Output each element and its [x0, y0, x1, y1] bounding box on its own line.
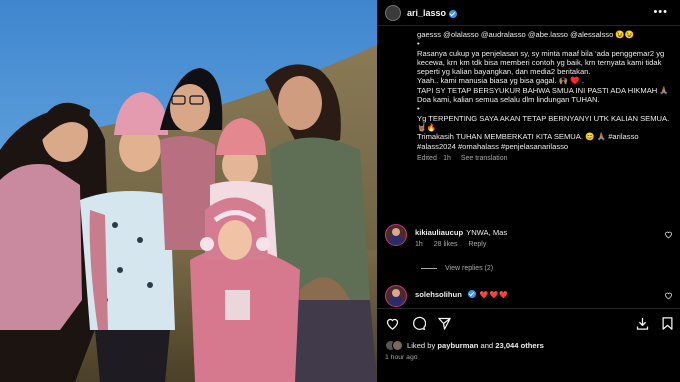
author-avatar[interactable]: [385, 4, 401, 21]
comment-item: solehsolihun ❤️❤️❤️: [385, 285, 675, 307]
post-side-panel: ari_lasso ••• gaesss @olalasso @audralas…: [377, 0, 680, 382]
comment-text: solehsolihun ❤️❤️❤️: [415, 289, 509, 299]
verified-badge-icon: [449, 9, 458, 18]
comment-text: kikiauliaucup YNWA, Mas: [415, 228, 507, 237]
comment-like-heart-icon[interactable]: [664, 230, 673, 239]
verified-badge-icon: [467, 290, 476, 298]
comment-icon[interactable]: [411, 316, 426, 331]
likes-count[interactable]: 23,044 others: [495, 341, 544, 350]
caption-line: Doa kami, kalian semua selalu dlm lindun…: [417, 95, 600, 105]
caption-line: TAPI SY TETAP BERSYUKUR BAHWA SMUA INI P…: [417, 85, 669, 95]
comment-item: kikiauliaucup YNWA, Mas 1h 28 likes Reply: [385, 224, 675, 258]
author-username[interactable]: ari_lasso: [407, 8, 446, 18]
caption-line: gaesss @olalasso @audralasso @abe.lasso …: [417, 30, 635, 39]
comment-time: 1h: [415, 241, 423, 248]
view-replies-line: [421, 268, 437, 269]
view-replies-label: View replies (2): [445, 265, 494, 272]
caption-line: Rasanya cukup ya penjelasan sy, sy minta…: [417, 48, 665, 77]
comment-likes[interactable]: 28 likes: [434, 241, 458, 248]
caption-line: •: [417, 39, 420, 49]
view-replies-button[interactable]: View replies (2): [421, 265, 493, 272]
bookmark-icon[interactable]: [660, 316, 675, 331]
caption-line: Yaah.. kami manusia biasa yg bisa gagal.…: [417, 76, 584, 86]
reply-button[interactable]: Reply: [468, 241, 486, 248]
post-photo[interactable]: [0, 0, 377, 382]
liker-avatar: [392, 340, 403, 351]
heart-icon[interactable]: [385, 316, 400, 331]
comment-body: ❤️❤️❤️: [479, 292, 509, 299]
caption-line: Yg TERPENTING SAYA AKAN TETAP BERNYANYI …: [417, 113, 670, 132]
caption-line: Trimakasih TUHAN MEMBERKATI KITA SEMUA. …: [417, 132, 639, 151]
likes-prefix: Liked by: [407, 341, 436, 350]
liker-username[interactable]: payburman: [437, 341, 478, 350]
divider: [377, 308, 680, 309]
action-bar: [385, 316, 675, 332]
likes-summary[interactable]: Liked by payburman and 23,044 others: [385, 340, 544, 351]
see-translation-link[interactable]: See translation: [461, 155, 508, 162]
send-icon[interactable]: [437, 316, 452, 331]
comment-like-heart-icon[interactable]: [664, 291, 673, 300]
commenter-avatar[interactable]: [385, 224, 407, 246]
family-photo-illustration: [0, 0, 377, 382]
caption-meta: Edited · 1h See translation: [417, 154, 673, 163]
edited-label: Edited · 1h: [417, 154, 451, 162]
comment-meta: 1h 28 likes Reply: [415, 241, 495, 248]
comment-body: YNWA, Mas: [466, 228, 508, 237]
likes-middle: and: [480, 341, 494, 350]
post-header: ari_lasso •••: [377, 0, 680, 26]
commenter-avatar[interactable]: [385, 285, 407, 307]
more-horizontal-icon[interactable]: •••: [653, 6, 668, 18]
post-caption: gaesss @olalasso @audralasso @abe.lasso …: [417, 30, 673, 163]
caption-line: •: [417, 104, 420, 114]
download-icon[interactable]: [635, 316, 650, 331]
comment-username[interactable]: solehsolihun: [415, 290, 462, 299]
post-timestamp: 1 hour ago: [385, 354, 418, 361]
comment-username[interactable]: kikiauliaucup: [415, 228, 463, 237]
likes-text: Liked by payburman and 23,044 others: [407, 341, 544, 350]
